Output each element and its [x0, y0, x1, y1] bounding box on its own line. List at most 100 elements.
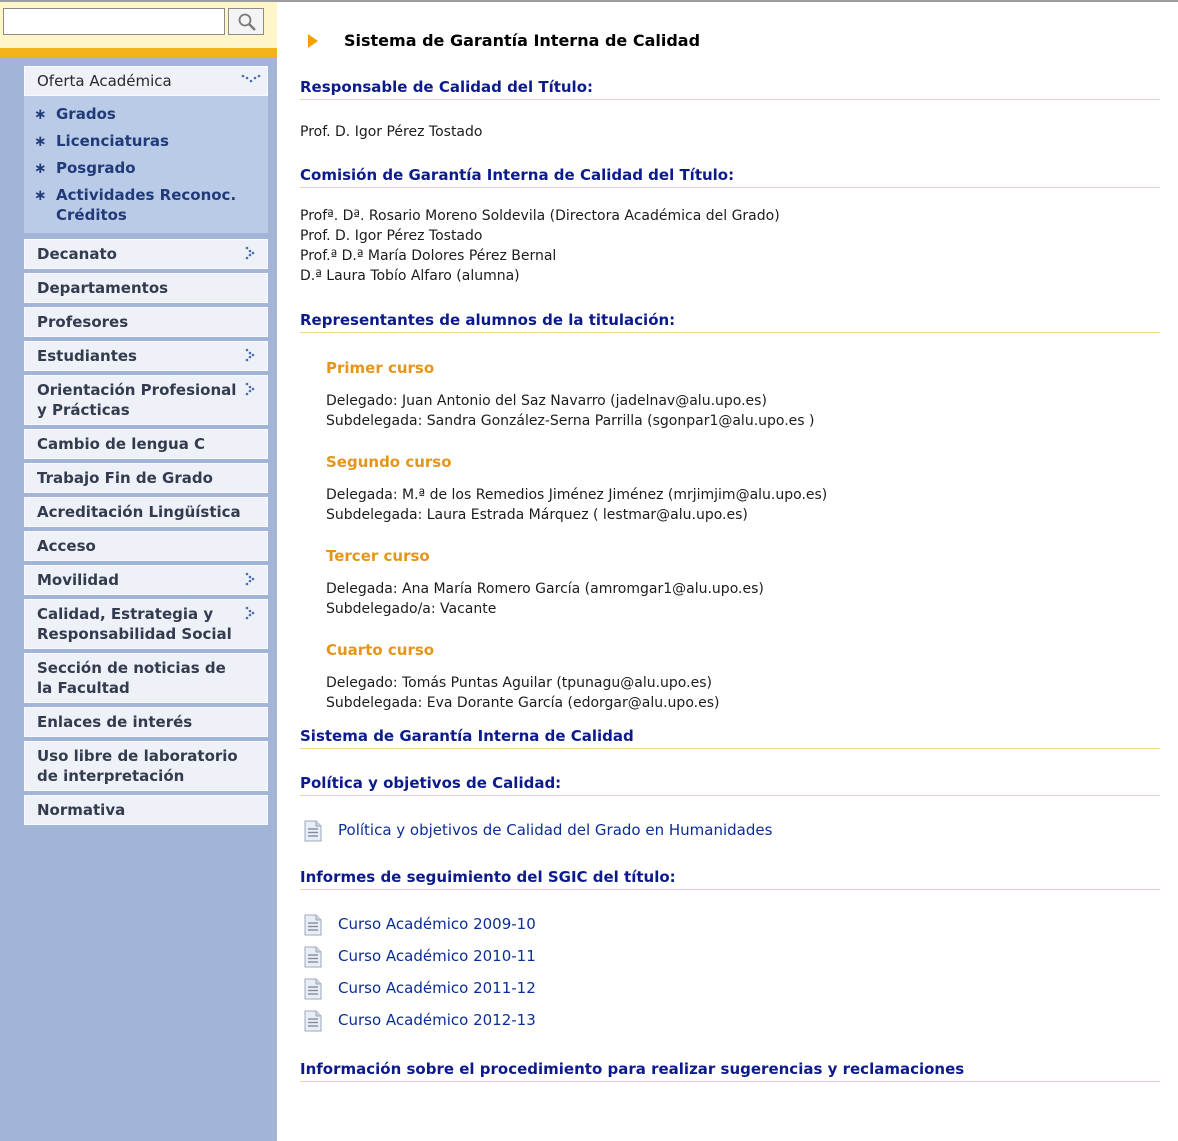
document-link-label: Curso Académico 2011-12 — [338, 979, 536, 997]
accent-bar — [0, 48, 277, 58]
asterisk-icon: ∗ — [34, 159, 47, 177]
document-icon — [304, 978, 322, 1000]
sidebar-menu: Oferta Académica ∗ Grados ∗ Licenciaturas … — [24, 66, 268, 829]
informe-link-2010-11[interactable]: Curso Académico 2010-11 — [300, 940, 1160, 972]
sidebar-item-label: Cambio de lengua C — [37, 435, 206, 453]
curso-representatives: Delegado: Juan Antonio del Saz Navarro (… — [326, 391, 1160, 431]
comision-members: Profª. Dª. Rosario Moreno Soldevila (Dir… — [300, 206, 1160, 286]
document-icon — [304, 914, 322, 936]
responsable-heading: Responsable de Calidad del Título: — [300, 78, 1160, 100]
curso-representatives: Delegado: Tomás Puntas Aguilar (tpunagu@… — [326, 673, 1160, 713]
sidebar-item-profesores[interactable]: Profesores — [24, 307, 268, 337]
informes-list: Curso Académico 2009-10 Curso Académico … — [300, 908, 1160, 1036]
chevron-down-icon — [241, 74, 261, 83]
comision-heading: Comisión de Garantía Interna de Calidad … — [300, 166, 1160, 188]
search-input[interactable] — [3, 8, 225, 35]
document-icon — [304, 1010, 322, 1032]
curso-heading: Tercer curso — [326, 547, 430, 565]
main-content: Sistema de Garantía Interna de Calidad R… — [300, 26, 1160, 1082]
sgic-heading: Sistema de Garantía Interna de Calidad — [300, 727, 1160, 749]
document-link-label: Curso Académico 2010-11 — [338, 947, 536, 965]
representative-line: Subdelegado/a: Vacante — [326, 601, 497, 617]
sidebar-item-enlaces[interactable]: Enlaces de interés — [24, 707, 268, 737]
asterisk-icon: ∗ — [34, 186, 47, 204]
representative-line: Delegada: Ana María Romero García (amrom… — [326, 581, 764, 597]
asterisk-icon: ∗ — [34, 132, 47, 150]
submenu-item-grados[interactable]: ∗ Grados — [34, 104, 268, 124]
chevron-right-icon — [245, 382, 255, 396]
sidebar-item-acceso[interactable]: Acceso — [24, 531, 268, 561]
submenu-item-actividades[interactable]: ∗ Actividades Reconoc. Créditos — [34, 185, 268, 225]
sidebar-item-label: Decanato — [37, 245, 117, 263]
document-link-label: Curso Académico 2009-10 — [338, 915, 536, 933]
sidebar-item-label: Profesores — [37, 313, 129, 331]
sidebar-item-label: Calidad, Estrategia y Responsabilidad So… — [37, 605, 232, 643]
chevron-right-icon — [245, 246, 255, 260]
sidebar-item-laboratorio[interactable]: Uso libre de laboratorio de interpretaci… — [24, 741, 268, 791]
curso-heading: Segundo curso — [326, 453, 452, 471]
politica-document-link[interactable]: Política y objetivos de Calidad del Grad… — [300, 814, 1160, 846]
submenu-item-label: Posgrado — [56, 159, 136, 177]
magnifier-icon — [238, 13, 256, 31]
submenu-item-posgrado[interactable]: ∗ Posgrado — [34, 158, 268, 178]
sidebar-item-calidad[interactable]: Calidad, Estrategia y Responsabilidad So… — [24, 599, 268, 649]
chevron-right-icon — [245, 348, 255, 362]
submenu-item-label: Licenciaturas — [56, 132, 169, 150]
document-link-label: Política y objetivos de Calidad del Grad… — [338, 821, 773, 839]
sidebar-item-label: Enlaces de interés — [37, 713, 193, 731]
sidebar-item-estudiantes[interactable]: Estudiantes — [24, 341, 268, 371]
sidebar-item-label: Departamentos — [37, 279, 169, 297]
sidebar-item-orientacion[interactable]: Orientación Profesional y Prácticas — [24, 375, 268, 425]
sidebar-item-movilidad[interactable]: Movilidad — [24, 565, 268, 595]
representative-line: Delegado: Juan Antonio del Saz Navarro (… — [326, 393, 767, 409]
curso-representatives: Delegada: M.ª de los Remedios Jiménez Ji… — [326, 485, 1160, 525]
curso-representatives: Delegada: Ana María Romero García (amrom… — [326, 579, 1160, 619]
sidebar-item-label: Movilidad — [37, 571, 120, 589]
document-icon — [304, 820, 322, 842]
sidebar-item-label: Estudiantes — [37, 347, 137, 365]
politica-heading: Política y objetivos de Calidad: — [300, 774, 1160, 796]
submenu-wrapper: ∗ Grados ∗ Licenciaturas ∗ Posgrado ∗ Activi… — [24, 96, 268, 233]
representative-line: Delegada: M.ª de los Remedios Jiménez Ji… — [326, 487, 828, 503]
sidebar-item-departamentos[interactable]: Departamentos — [24, 273, 268, 303]
submenu-oferta: ∗ Grados ∗ Licenciaturas ∗ Posgrado ∗ Activi… — [24, 96, 268, 233]
comision-member: Prof.ª D.ª María Dolores Pérez Bernal — [300, 248, 557, 264]
asterisk-icon: ∗ — [34, 105, 47, 123]
sidebar-item-noticias[interactable]: Sección de noticias de la Facultad — [24, 653, 268, 703]
sidebar-item-tfg[interactable]: Trabajo Fin de Grado — [24, 463, 268, 493]
comision-member: Prof. D. Igor Pérez Tostado — [300, 228, 483, 244]
sidebar-item-label: Orientación Profesional y Prácticas — [37, 381, 237, 419]
document-link-label: Curso Académico 2012-13 — [338, 1011, 536, 1029]
sugerencias-heading: Información sobre el procedimiento para … — [300, 1060, 1160, 1082]
sidebar-item-label: Trabajo Fin de Grado — [37, 469, 213, 487]
sidebar-item-decanato[interactable]: Decanato — [24, 239, 268, 269]
informe-link-2012-13[interactable]: Curso Académico 2012-13 — [300, 1004, 1160, 1036]
representative-line: Delegado: Tomás Puntas Aguilar (tpunagu@… — [326, 675, 712, 691]
curso-heading: Primer curso — [326, 359, 435, 377]
informe-link-2009-10[interactable]: Curso Académico 2009-10 — [300, 908, 1160, 940]
submenu-item-label: Actividades Reconoc. Créditos — [56, 186, 237, 224]
comision-member: Profª. Dª. Rosario Moreno Soldevila (Dir… — [300, 208, 780, 224]
informe-link-2011-12[interactable]: Curso Académico 2011-12 — [300, 972, 1160, 1004]
representative-line: Subdelegada: Laura Estrada Márquez ( les… — [326, 507, 748, 523]
representative-line: Subdelegada: Sandra González-Serna Parri… — [326, 413, 815, 429]
sidebar-item-label: Normativa — [37, 801, 126, 819]
search-button[interactable] — [228, 8, 264, 35]
sidebar-item-normativa[interactable]: Normativa — [24, 795, 268, 825]
sidebar-item-oferta-academica[interactable]: Oferta Académica — [24, 66, 268, 96]
sidebar-item-cambio-lengua[interactable]: Cambio de lengua C — [24, 429, 268, 459]
chevron-right-icon — [245, 606, 255, 620]
responsable-name: Prof. D. Igor Pérez Tostado — [300, 124, 483, 140]
submenu-item-licenciaturas[interactable]: ∗ Licenciaturas — [34, 131, 268, 151]
orange-triangle-icon — [308, 34, 318, 48]
sidebar-item-label: Sección de noticias de la Facultad — [37, 659, 226, 697]
representative-line: Subdelegada: Eva Dorante García (edorgar… — [326, 695, 720, 711]
sidebar-item-label: Acceso — [37, 537, 96, 555]
curso-heading: Cuarto curso — [326, 641, 435, 659]
submenu-item-label: Grados — [56, 105, 116, 123]
representantes-heading: Representantes de alumnos de la titulaci… — [300, 311, 1160, 333]
informes-heading: Informes de seguimiento del SGIC del tít… — [300, 868, 1160, 890]
comision-member: D.ª Laura Tobío Alfaro (alumna) — [300, 268, 520, 284]
chevron-right-icon — [245, 572, 255, 586]
sidebar-item-acreditacion[interactable]: Acreditación Lingüística — [24, 497, 268, 527]
